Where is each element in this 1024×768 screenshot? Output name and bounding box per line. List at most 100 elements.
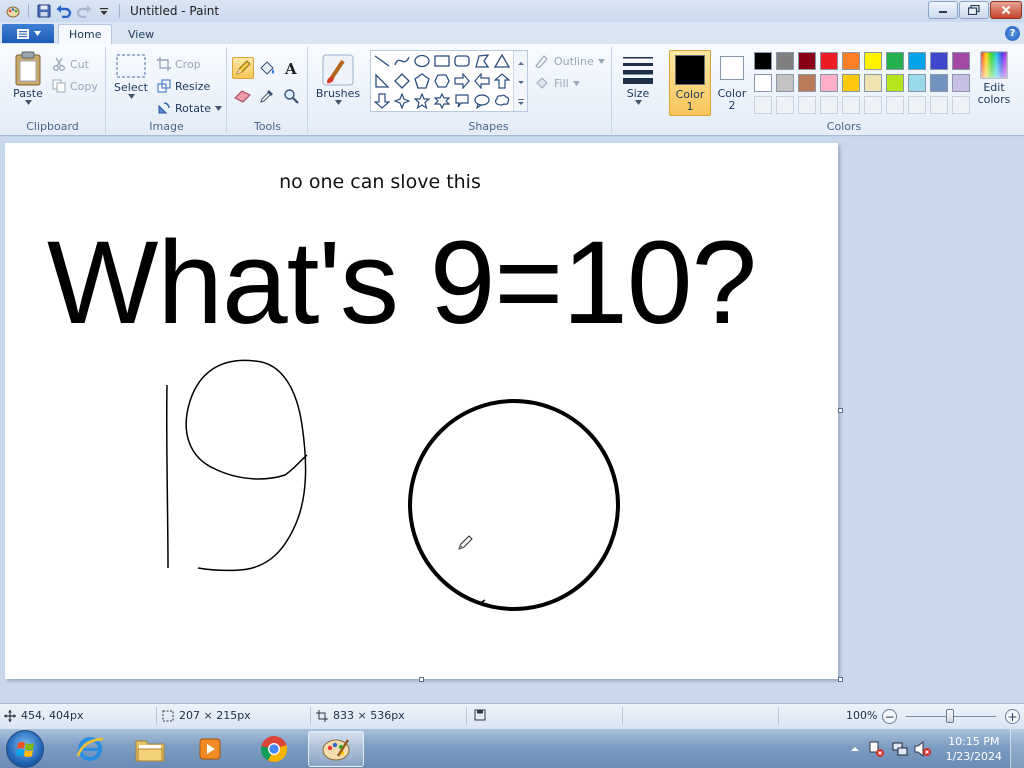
undo-icon[interactable] [55,2,73,20]
line-shape-icon[interactable] [373,52,391,70]
palette-color-swatch[interactable] [820,52,838,70]
outline-button[interactable]: Outline [534,52,605,70]
palette-custom-slot[interactable] [864,96,882,114]
right-triangle-shape-icon[interactable] [373,72,391,90]
oval-shape-icon[interactable] [413,52,431,70]
tab-view[interactable]: View [118,24,164,44]
palette-color-swatch[interactable] [908,74,926,92]
color2-button[interactable]: Color 2 [714,50,750,116]
palette-color-swatch[interactable] [798,74,816,92]
rectangle-shape-icon[interactable] [433,52,451,70]
palette-color-swatch[interactable] [886,74,904,92]
brushes-button[interactable]: Brushes [315,53,361,105]
file-menu-button[interactable] [2,24,54,43]
paste-button[interactable]: Paste [8,51,48,105]
rounded-rectangle-shape-icon[interactable] [453,52,471,70]
customize-qat-icon[interactable] [95,2,113,20]
eraser-tool[interactable] [232,85,254,107]
six-point-star-shape-icon[interactable] [433,92,451,110]
taskbar-file-explorer[interactable] [122,731,178,767]
taskbar-media-player[interactable] [182,731,238,767]
palette-custom-slot[interactable] [776,96,794,114]
magnifier-tool[interactable] [280,85,302,107]
palette-custom-slot[interactable] [886,96,904,114]
zoom-in-button[interactable]: + [1005,709,1020,724]
palette-color-swatch[interactable] [930,74,948,92]
palette-color-swatch[interactable] [776,74,794,92]
close-button[interactable] [990,1,1022,19]
palette-color-swatch[interactable] [952,52,970,70]
zoom-slider-thumb[interactable] [946,709,954,723]
palette-color-swatch[interactable] [798,52,816,70]
show-hidden-icons-icon[interactable] [850,744,860,754]
clock[interactable]: 10:15 PM 1/23/2024 [946,734,1002,764]
rotate-button[interactable]: Rotate [157,99,223,117]
pentagon-shape-icon[interactable] [413,72,431,90]
right-arrow-shape-icon[interactable] [453,72,471,90]
size-button[interactable]: Size [619,53,657,105]
palette-custom-slot[interactable] [820,96,838,114]
fill-button[interactable]: Fill [534,74,580,92]
palette-custom-slot[interactable] [908,96,926,114]
cut-button[interactable]: Cut [52,55,89,73]
palette-color-swatch[interactable] [776,52,794,70]
palette-custom-slot[interactable] [930,96,948,114]
palette-color-swatch[interactable] [864,74,882,92]
hexagon-shape-icon[interactable] [433,72,451,90]
rounded-callout-shape-icon[interactable] [453,92,471,110]
color-picker-tool[interactable] [256,85,278,107]
palette-custom-slot[interactable] [842,96,860,114]
volume-muted-icon[interactable] [913,740,933,758]
save-icon[interactable] [35,2,53,20]
drawing-canvas[interactable]: no one can slove this What's 9=10? [5,143,838,679]
up-arrow-shape-icon[interactable] [493,72,511,90]
left-arrow-shape-icon[interactable] [473,72,491,90]
triangle-shape-icon[interactable] [493,52,511,70]
oval-callout-shape-icon[interactable] [473,92,491,110]
palette-color-swatch[interactable] [842,74,860,92]
resize-handle-corner[interactable] [838,677,843,682]
cloud-callout-shape-icon[interactable] [493,92,511,110]
resize-handle-right[interactable] [838,408,843,413]
redo-icon[interactable] [75,2,93,20]
four-point-star-shape-icon[interactable] [393,92,411,110]
polygon-shape-icon[interactable] [473,52,491,70]
palette-color-swatch[interactable] [864,52,882,70]
taskbar-paint[interactable] [308,731,364,767]
show-desktop-button[interactable] [1010,729,1024,768]
palette-color-swatch[interactable] [952,74,970,92]
palette-color-swatch[interactable] [908,52,926,70]
taskbar-chrome[interactable] [246,731,302,767]
tab-home[interactable]: Home [58,24,113,44]
zoom-out-button[interactable]: − [882,709,897,724]
curve-shape-icon[interactable] [393,52,411,70]
copy-button[interactable]: Copy [52,77,98,95]
palette-custom-slot[interactable] [952,96,970,114]
resize-button[interactable]: Resize [157,77,210,95]
palette-color-swatch[interactable] [754,74,772,92]
palette-color-swatch[interactable] [930,52,948,70]
pencil-tool[interactable] [232,57,254,79]
minimize-button[interactable] [928,1,958,19]
text-tool[interactable]: A [280,57,302,79]
action-center-icon[interactable] [868,740,886,758]
resize-handle-bottom[interactable] [419,677,424,682]
paint-app-icon[interactable] [4,2,22,20]
diamond-shape-icon[interactable] [393,72,411,90]
five-point-star-shape-icon[interactable] [413,92,431,110]
network-icon[interactable] [891,740,909,758]
help-button[interactable]: ? [1005,26,1020,41]
palette-color-swatch[interactable] [754,52,772,70]
palette-color-swatch[interactable] [842,52,860,70]
select-button[interactable]: Select [113,53,149,99]
start-button[interactable] [6,730,44,768]
edit-colors-button[interactable]: Edit colors [974,50,1014,106]
palette-color-swatch[interactable] [886,52,904,70]
taskbar-internet-explorer[interactable] [62,731,118,767]
restore-button[interactable] [959,1,989,19]
palette-custom-slot[interactable] [798,96,816,114]
crop-button[interactable]: Crop [157,55,201,73]
shapes-scroll[interactable] [513,51,527,111]
color1-button[interactable]: Color 1 [669,50,711,116]
fill-tool[interactable] [256,57,278,79]
